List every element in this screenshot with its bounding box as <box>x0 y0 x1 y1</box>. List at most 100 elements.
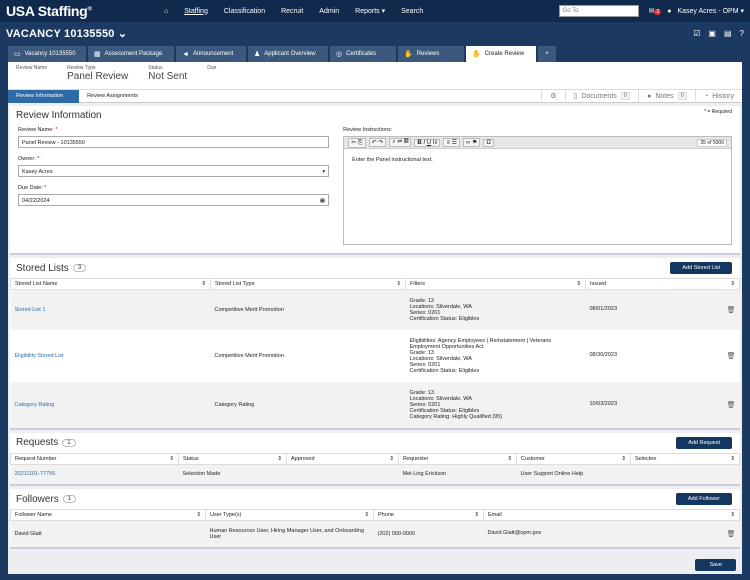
nav-staffing[interactable]: Staffing <box>184 8 208 15</box>
trash-icon[interactable]: 🗑 <box>727 352 736 360</box>
editor-toolbar: ✂ ⎘ ↶ ↷ ⌕ ⇄ ▤ B I U Ix ≡ ☰ ∞ ⚑ Ω 35 of 5… <box>344 137 731 149</box>
tab-assessment-package[interactable]: ▦ Assessment Package <box>88 46 174 62</box>
requests-table: Request Number ⇕ Status ⇕ Approved ⇕ Reques… <box>10 452 740 484</box>
tab-vacancy[interactable]: ▭ Vacancy 10135550 <box>8 46 86 62</box>
panel-title: Followers <box>16 493 59 505</box>
logo[interactable]: USA Staffing® <box>6 3 156 19</box>
instructions-editor[interactable]: ✂ ⎘ ↶ ↷ ⌕ ⇄ ▤ B I U Ix ≡ ☰ ∞ ⚑ Ω 35 of 5… <box>343 136 732 245</box>
due-date-field-label: Due Date: * <box>18 185 47 191</box>
cut-copy-icon[interactable]: ✂ ⎘ <box>348 137 366 148</box>
add-stored-list-button[interactable]: Add Stored List <box>670 262 732 274</box>
owner-field-label: Owner: * <box>18 156 40 162</box>
table-row: David Glatt Human Resources User, Hiring… <box>10 520 740 547</box>
review-name-input[interactable]: Panel Review - 10135550 <box>18 136 330 148</box>
special-char-icon[interactable]: Ω <box>483 138 494 147</box>
documents-link[interactable]: ▯ Documents 0 <box>564 89 639 103</box>
filters: Grade: 13 Locations: Silverdale, WA Series… <box>405 289 586 330</box>
stored-lists-table: Stored List Name ⇕ Stored List Type ⇕ Filt… <box>10 278 740 428</box>
calendar-icon[interactable]: ▦ <box>320 198 325 204</box>
col-header[interactable]: Email ⇕ <box>483 509 740 521</box>
tab-applicant-overview[interactable]: ♟ Applicant Overview <box>248 46 328 62</box>
col-header[interactable]: Request Number ⇕ <box>10 452 179 465</box>
editor-body[interactable]: Enter the Panel instructional text. <box>344 149 731 171</box>
request-customer: User Support Online Help <box>516 464 631 484</box>
col-header[interactable]: Phone ⇕ <box>373 509 484 521</box>
chevron-down-icon: ▾ <box>322 169 326 175</box>
col-header[interactable]: Status ⇕ <box>178 452 287 465</box>
col-header[interactable]: User Type(s) ⇕ <box>205 509 374 521</box>
request-requester: Mei-Ling Erickson <box>398 464 517 484</box>
user-menu[interactable]: Kasey Acres - OPM ▾ <box>677 7 744 15</box>
history-link[interactable]: ◔ History <box>694 89 742 103</box>
col-header[interactable]: Approved ⇕ <box>286 452 399 465</box>
nav-search[interactable]: Search <box>401 8 423 15</box>
col-header[interactable]: Stored List Name ⇕ <box>10 278 211 290</box>
owner-select[interactable]: Kasey Acres ▾ <box>18 165 330 177</box>
stored-lists-panel: Stored Lists 3 Add Stored List Stored List… <box>10 258 740 430</box>
follower-types: Human Resources User, Hiring Manager Use… <box>205 520 374 547</box>
col-header[interactable]: Follower Name ⇕ <box>10 509 206 521</box>
nav-admin[interactable]: Admin <box>319 8 339 15</box>
settings-icon[interactable]: ⚙ <box>541 89 564 103</box>
requests-panel: Requests 1 Add Request Request Number ⇕ Sta… <box>10 432 740 486</box>
col-header[interactable]: Requester ⇕ <box>398 452 517 465</box>
tab-reviews[interactable]: ✋ Reviews <box>398 46 464 62</box>
goto-input[interactable]: Go To <box>558 5 639 17</box>
trash-icon[interactable]: 🗑 <box>727 530 736 538</box>
col-header[interactable]: Filters ⇕ <box>405 278 586 290</box>
nav-recruit[interactable]: Recruit <box>281 8 303 15</box>
tab-create-review[interactable]: ✋ Create Review <box>466 46 536 62</box>
col-header[interactable]: Stored List Type ⇕ <box>210 278 406 290</box>
stored-list-link[interactable]: Category Rating <box>10 381 211 428</box>
trash-icon[interactable]: 🗑 <box>727 306 736 314</box>
col-header[interactable]: Issued ⇕ <box>585 278 740 290</box>
home-icon[interactable]: ⌂ <box>164 8 168 15</box>
stored-list-link[interactable]: Stored List 1 <box>10 289 211 330</box>
filters: Eligibilities: Agency Employees | Reinst… <box>409 337 552 374</box>
col-header[interactable]: Customer ⇕ <box>516 452 631 465</box>
table-row: Eligibility Stored List Competitive Meri… <box>11 330 740 382</box>
document-icon: ▯ <box>573 93 578 100</box>
review-summary: Review Name Review Type Panel Review Stat… <box>8 62 742 90</box>
add-tab-button[interactable]: + <box>538 46 556 62</box>
instructions-label: Review Instructions: <box>343 127 393 133</box>
thumbs-up-icon: ✋ <box>472 51 481 58</box>
char-count: 35 of 5000 <box>697 138 727 147</box>
request-approved <box>286 464 399 484</box>
stored-list-link[interactable]: Eligibility Stored List <box>11 330 211 382</box>
review-information-panel: Review Information * = Required Review N… <box>10 106 740 255</box>
help-icon[interactable]: ? <box>740 29 744 38</box>
request-link[interactable]: 20211101-77756 <box>10 464 179 484</box>
stored-list-type: Competitive Merit Promotion <box>210 289 406 330</box>
folder-icon[interactable]: ▣ <box>708 29 716 38</box>
history-icon: ◔ <box>703 92 709 100</box>
vacancy-title[interactable]: VACANCY 10135550 ⌄ <box>6 27 127 40</box>
add-follower-button[interactable]: Add Follower <box>675 493 732 505</box>
comment-icon: ● <box>647 92 652 100</box>
panel-title: Stored Lists <box>16 262 69 274</box>
checklist-icon[interactable]: ☑ <box>693 29 700 38</box>
link-icon[interactable]: ∞ ⚑ <box>463 138 481 147</box>
nav-classification[interactable]: Classification <box>224 8 265 15</box>
add-request-button[interactable]: Add Request <box>676 436 732 449</box>
format-icon[interactable]: B I U Ix <box>414 138 441 147</box>
table-row: Category Rating Category Rating Grade: 1… <box>10 381 740 428</box>
notes-link[interactable]: ● Notes 0 <box>638 89 695 103</box>
undo-redo-icon[interactable]: ↶ ↷ <box>368 138 387 147</box>
tab-announcement[interactable]: ◄ Announcement <box>176 46 246 62</box>
tab-certificates[interactable]: ◎ Certificates <box>330 46 396 62</box>
issued-date: 08/30/2023 🗑 <box>589 351 736 360</box>
certificate-icon: ◎ <box>336 51 343 58</box>
list-icon[interactable]: ≡ ☰ <box>443 138 460 147</box>
save-button[interactable]: Save <box>695 559 736 571</box>
mail-icon[interactable]: ✉ 2 <box>649 7 662 15</box>
issued-date: 08/01/2023 🗑 <box>585 289 740 330</box>
trash-icon[interactable]: 🗑 <box>727 401 736 409</box>
col-header[interactable]: Selectee ⇕ <box>630 452 740 465</box>
step-review-assignments[interactable]: Review Assignments <box>79 90 154 103</box>
nav-reports[interactable]: Reports ▾ <box>355 7 385 15</box>
chat-icon[interactable]: ▤ <box>724 29 732 38</box>
find-replace-icon[interactable]: ⌕ ⇄ ▤ <box>389 138 412 147</box>
step-review-information[interactable]: Review Information <box>8 89 80 103</box>
due-date-input[interactable]: 04/22/2024 ▦ <box>18 194 330 206</box>
